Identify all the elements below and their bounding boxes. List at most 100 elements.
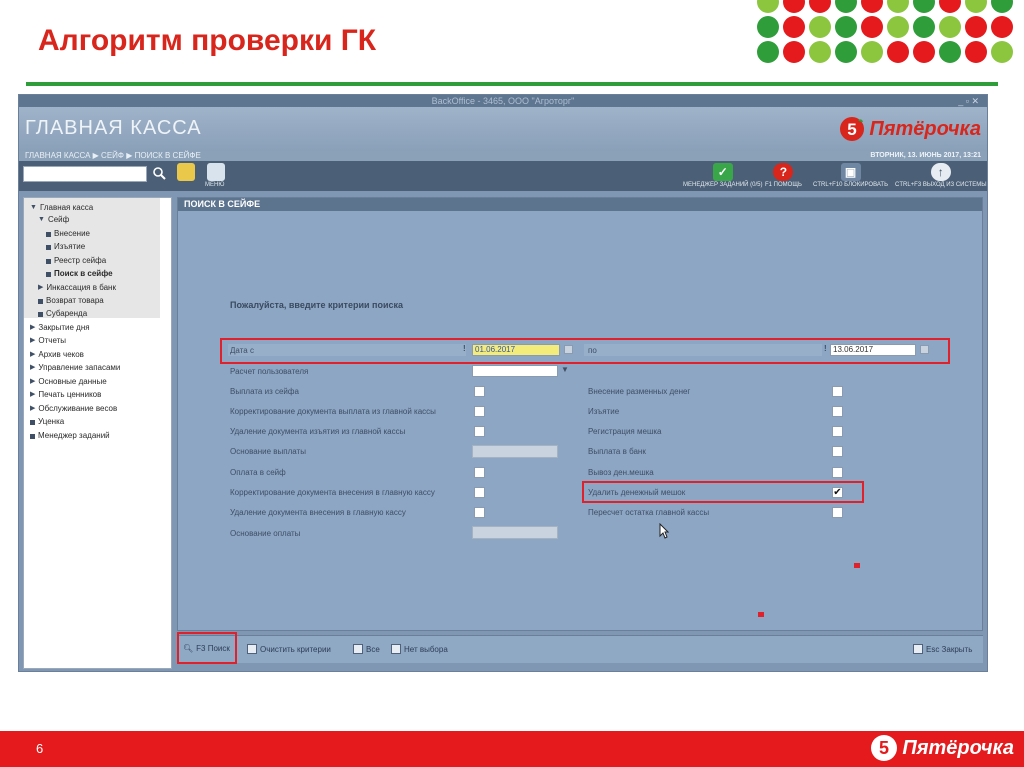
decorative-dot bbox=[991, 41, 1013, 63]
checkbox[interactable] bbox=[474, 386, 485, 397]
field-label: Вывоз ден.мешка bbox=[588, 468, 654, 477]
payout-reason-input[interactable] bbox=[472, 445, 558, 458]
sidebar-tree: ▼ Главная касса ▼ Сейф Внесение Изъятие Ре… bbox=[23, 197, 172, 669]
sidebar-item-inventory[interactable]: ▶ Управление запасами bbox=[30, 362, 120, 374]
sidebar-item-returns[interactable]: Возврат товара bbox=[38, 295, 104, 307]
favorites-star-icon[interactable] bbox=[177, 163, 195, 181]
payment-reason-input[interactable] bbox=[472, 526, 558, 539]
window-controls[interactable]: _ ▫ ✕ bbox=[958, 95, 979, 107]
user-calc-select[interactable] bbox=[472, 365, 558, 377]
decorative-dot bbox=[783, 41, 805, 63]
user-calc-label: Расчет пользователя bbox=[230, 367, 309, 376]
search-icon[interactable] bbox=[151, 166, 167, 182]
decorative-dot bbox=[757, 0, 779, 13]
sidebar-item-master-data[interactable]: ▶ Основные данные bbox=[30, 376, 107, 388]
field-label: Внесение разменных денег bbox=[588, 387, 691, 396]
breadcrumb-path[interactable]: ГЛАВНАЯ КАССА ▶ СЕЙФ ▶ ПОИСК В СЕЙФЕ bbox=[25, 151, 201, 161]
sidebar-item-bank-collection[interactable]: ▶ Инкассация в банк bbox=[38, 282, 116, 294]
close-icon bbox=[913, 644, 923, 654]
sidebar-item-day-close[interactable]: ▶ Закрытие дня bbox=[30, 322, 90, 334]
checkbox[interactable] bbox=[832, 507, 843, 518]
checkbox[interactable] bbox=[832, 386, 843, 397]
slide-title: Алгоритм проверки ГК bbox=[38, 24, 377, 57]
field-label: Пересчет остатка главной кассы bbox=[588, 508, 710, 517]
decorative-dot bbox=[939, 0, 961, 13]
brand-five-icon: 5 bbox=[840, 117, 865, 141]
checkbox[interactable] bbox=[832, 467, 843, 478]
field-label: Удаление документа внесения в главную ка… bbox=[230, 508, 406, 517]
decorative-dot bbox=[965, 16, 987, 38]
decorative-dot bbox=[809, 16, 831, 38]
decorative-dot bbox=[939, 16, 961, 38]
svg-text:5: 5 bbox=[879, 738, 889, 758]
collapsed-arrow-icon: ▶ bbox=[30, 364, 36, 371]
mouse-cursor-icon bbox=[659, 523, 669, 539]
red-marker bbox=[854, 563, 860, 568]
sidebar-item-deposit[interactable]: Внесение bbox=[46, 228, 90, 240]
checkbox[interactable] bbox=[474, 406, 485, 417]
decorative-dot bbox=[783, 16, 805, 38]
checkbox[interactable] bbox=[832, 406, 843, 417]
footer-brand-logo: 5 Пятёрочка bbox=[870, 734, 1014, 762]
highlight-delete-bag bbox=[582, 481, 864, 503]
sidebar-item-markdown[interactable]: Уценка bbox=[30, 416, 64, 428]
field-label: Регистрация мешка bbox=[588, 427, 662, 436]
checkbox[interactable] bbox=[832, 446, 843, 457]
decorative-dot bbox=[861, 41, 883, 63]
lock-button[interactable]: ▣ CTRL+F10 БЛОКИРОВАТЬ bbox=[813, 163, 888, 188]
bullet-icon bbox=[38, 298, 43, 304]
checkbox[interactable] bbox=[474, 487, 485, 498]
decorative-dot bbox=[861, 16, 883, 38]
decorative-dot bbox=[835, 41, 857, 63]
sidebar-item-withdrawal[interactable]: Изъятие bbox=[46, 241, 85, 253]
field-label: Основание выплаты bbox=[230, 447, 306, 456]
checkbox[interactable] bbox=[474, 507, 485, 518]
decorative-dot bbox=[757, 41, 779, 63]
page-number: 6 bbox=[36, 741, 44, 756]
select-all-button[interactable]: Все bbox=[353, 644, 380, 654]
dropdown-arrow-icon[interactable]: ▼ bbox=[561, 365, 569, 374]
task-manager-button[interactable]: ✓ МЕНЕДЖЕР ЗАДАНИЙ (0/5) bbox=[683, 163, 762, 188]
check-all-icon bbox=[353, 644, 363, 654]
checkbox[interactable] bbox=[474, 467, 485, 478]
help-button[interactable]: ? F1 ПОМОЩЬ bbox=[765, 163, 802, 188]
close-button[interactable]: Esc Закрыть bbox=[913, 644, 972, 654]
bullet-icon bbox=[46, 244, 51, 250]
sidebar-item-task-manager[interactable]: Менеджер заданий bbox=[30, 430, 110, 442]
sidebar-item-safe-register[interactable]: Реестр сейфа bbox=[46, 255, 106, 267]
logout-button[interactable]: ↑ CTRL+F3 ВЫХОД ИЗ СИСТЕМЫ bbox=[895, 163, 987, 188]
clear-criteria-button[interactable]: Очистить критерии bbox=[247, 644, 331, 654]
highlight-search-button bbox=[177, 632, 237, 664]
sidebar-item-receipt-archive[interactable]: ▶ Архив чеков bbox=[30, 349, 84, 361]
app-header: ГЛАВНАЯ КАССА 5 Пятёрочка bbox=[19, 107, 987, 151]
decorative-dots bbox=[757, 0, 1013, 63]
collapsed-arrow-icon: ▶ bbox=[30, 378, 36, 385]
sidebar-item-safe-search[interactable]: Поиск в сейфе bbox=[46, 268, 113, 280]
expanded-arrow-icon: ▼ bbox=[30, 204, 37, 211]
brand-name: Пятёрочка bbox=[869, 117, 981, 140]
search-input[interactable] bbox=[23, 166, 147, 182]
decorative-dot bbox=[809, 0, 831, 13]
menu-icon[interactable] bbox=[207, 163, 225, 181]
red-marker bbox=[758, 612, 764, 617]
collapsed-arrow-icon: ▶ bbox=[38, 284, 44, 291]
breadcrumb: ГЛАВНАЯ КАССА ▶ СЕЙФ ▶ ПОИСК В СЕЙФЕ ВТО… bbox=[19, 151, 987, 161]
sidebar-item-reports[interactable]: ▶ Отчеты bbox=[30, 335, 66, 347]
field-label: Выплата из сейфа bbox=[230, 387, 299, 396]
sidebar-item-main-cash[interactable]: ▼ Главная касса bbox=[30, 202, 93, 214]
field-label: Выплата в банк bbox=[588, 447, 646, 456]
decorative-dot bbox=[913, 16, 935, 38]
checkbox[interactable] bbox=[474, 426, 485, 437]
select-none-button[interactable]: Нет выбора bbox=[391, 644, 448, 654]
window-title: BackOffice - 3465, ООО "Агроторг" bbox=[431, 96, 575, 106]
decorative-dot bbox=[965, 0, 987, 13]
brand-logo: 5 Пятёрочка bbox=[839, 113, 981, 145]
sidebar-item-scales[interactable]: ▶ Обслуживание весов bbox=[30, 403, 117, 415]
window-titlebar: BackOffice - 3465, ООО "Агроторг" _ ▫ ✕ bbox=[19, 95, 987, 107]
search-panel: ПОИСК В СЕЙФЕ Пожалуйста, введите критер… bbox=[177, 197, 983, 631]
decorative-dot bbox=[835, 16, 857, 38]
checkbox[interactable] bbox=[832, 426, 843, 437]
sidebar-item-price-tags[interactable]: ▶ Печать ценников bbox=[30, 389, 101, 401]
sidebar-item-sublease[interactable]: Субаренда bbox=[38, 308, 87, 320]
sidebar-item-safe[interactable]: ▼ Сейф bbox=[38, 214, 69, 226]
